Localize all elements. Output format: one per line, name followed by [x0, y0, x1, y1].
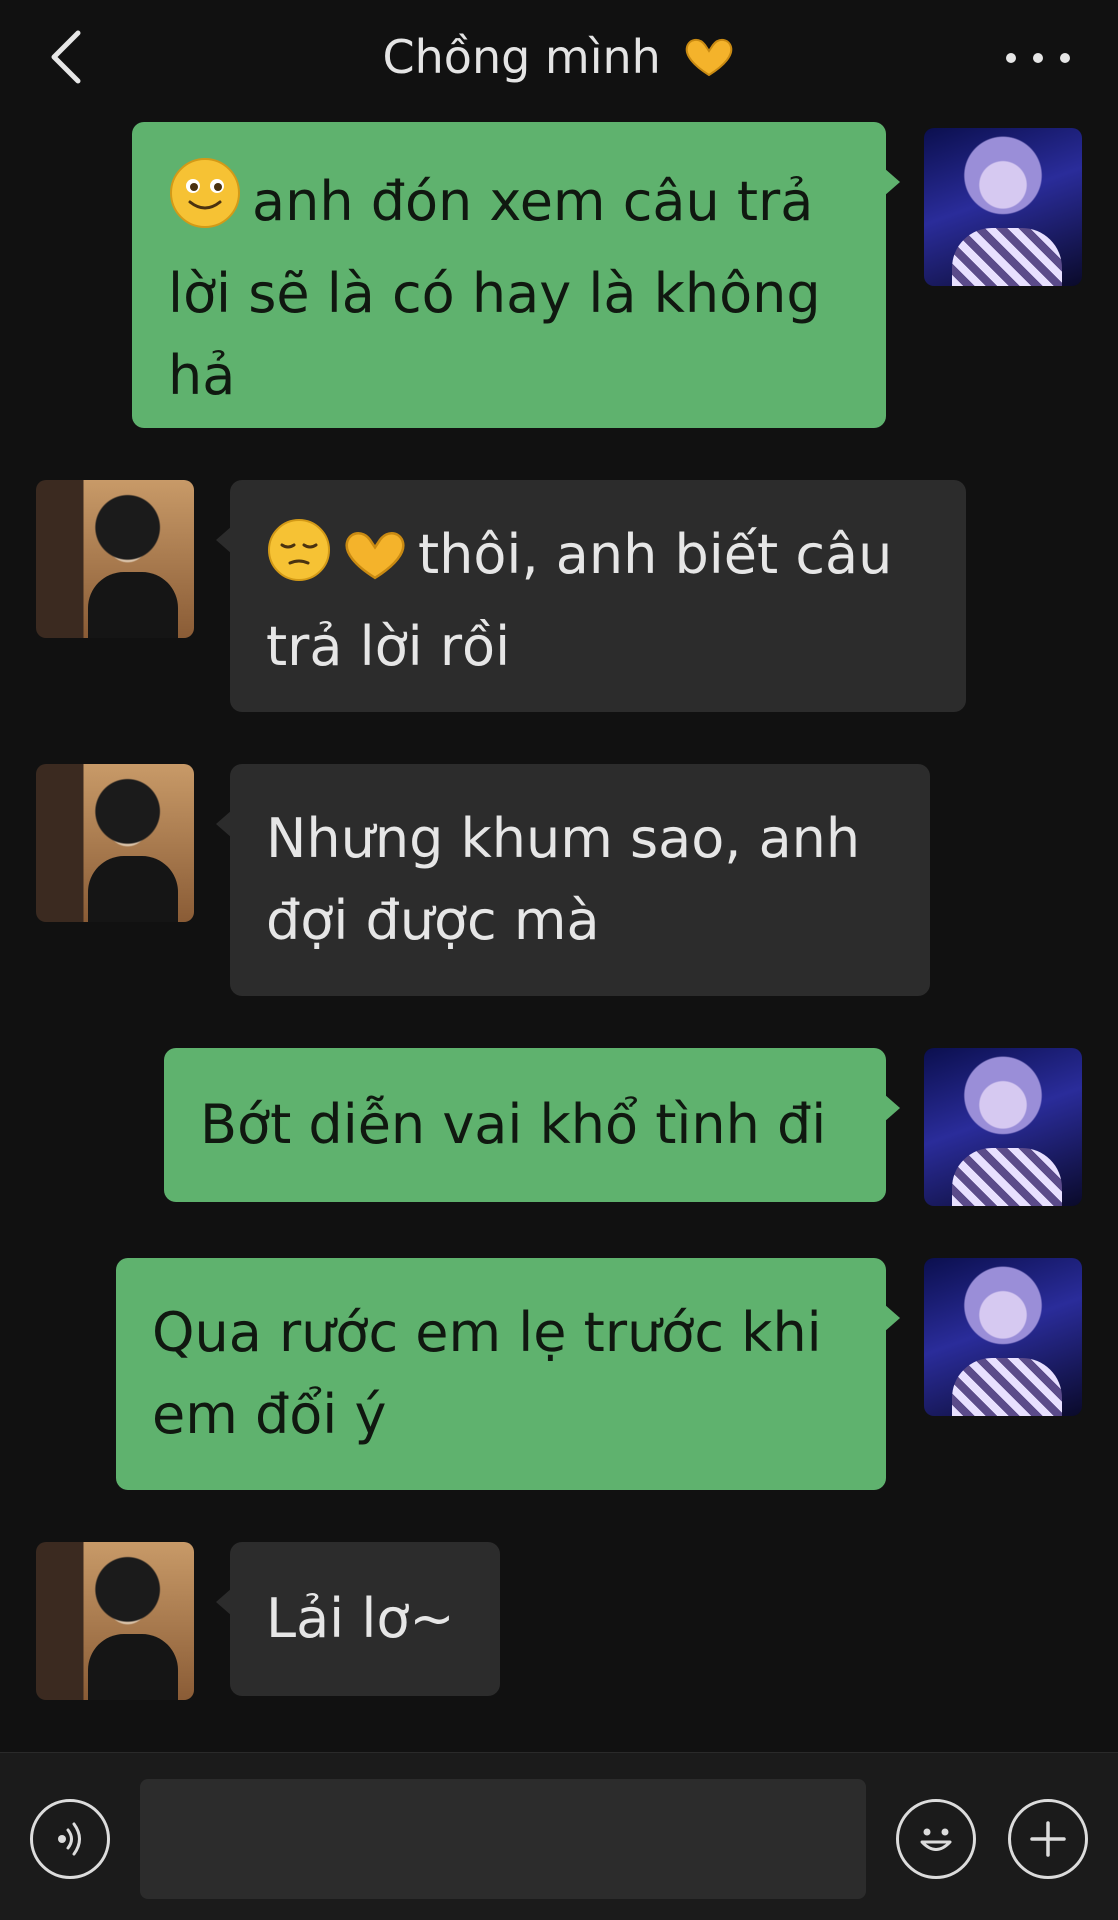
more-dot [1033, 53, 1043, 63]
message-bubble-incoming[interactable]: thôi, anh biết câu trả lời rồi [216, 480, 966, 712]
smiling-face-emoji [168, 156, 242, 253]
chat-header: Chồng mình [0, 0, 1118, 116]
back-button[interactable] [36, 20, 96, 94]
message-text: Qua rước em lẹ trước khi em đổi ý [152, 1301, 822, 1446]
chat-title: Chồng mình [220, 26, 898, 88]
chat-title-text: Chồng mình [382, 30, 661, 84]
voice-button[interactable] [30, 1799, 110, 1879]
message-bubble-outgoing[interactable]: Qua rước em lẹ trước khi em đổi ý [116, 1258, 900, 1490]
emoji-button[interactable] [896, 1799, 976, 1879]
message-text: Bớt diễn vai khổ tình đi [200, 1093, 827, 1156]
contact-avatar[interactable] [36, 764, 194, 922]
emoji-face-icon [920, 1828, 952, 1851]
my-avatar[interactable] [924, 1258, 1082, 1416]
chat-screen: Chồng mình anh đón xem câu trả lời sẽ là… [0, 0, 1118, 1920]
message-row: Lải lơ~ [0, 1542, 1118, 1702]
plus-button[interactable] [1008, 1799, 1088, 1879]
heart-hands-emoji [683, 32, 735, 94]
more-button[interactable] [1006, 38, 1070, 78]
input-bar [0, 1752, 1118, 1920]
heart-hands-emoji [342, 524, 408, 606]
message-text: Lải lơ~ [266, 1587, 455, 1650]
message-row: thôi, anh biết câu trả lời rồi [0, 480, 1118, 716]
plus-icon [1030, 1821, 1066, 1857]
chevron-left-icon [51, 30, 81, 84]
message-list[interactable]: anh đón xem câu trả lời sẽ là có hay là … [0, 116, 1118, 1752]
voice-icon [58, 1822, 81, 1856]
contact-avatar[interactable] [36, 480, 194, 638]
message-bubble-incoming[interactable]: Lải lơ~ [216, 1542, 500, 1696]
more-dot [1006, 53, 1016, 63]
message-row: Bớt diễn vai khổ tình đi [0, 1048, 1118, 1208]
message-bubble-incoming[interactable]: Nhưng khum sao, anh đợi được mà [216, 764, 930, 996]
message-bubble-outgoing[interactable]: Bớt diễn vai khổ tình đi [164, 1048, 900, 1202]
more-dot [1060, 53, 1070, 63]
message-text: Nhưng khum sao, anh đợi được mà [266, 807, 861, 952]
message-row: Qua rước em lẹ trước khi em đổi ý [0, 1258, 1118, 1494]
message-row: anh đón xem câu trả lời sẽ là có hay là … [0, 122, 1118, 434]
message-row: Nhưng khum sao, anh đợi được mà [0, 764, 1118, 1000]
my-avatar[interactable] [924, 128, 1082, 286]
message-text: anh đón xem câu trả lời sẽ là có hay là … [168, 170, 821, 407]
contact-avatar[interactable] [36, 1542, 194, 1700]
message-input[interactable] [140, 1779, 866, 1899]
pensive-face-emoji [266, 517, 332, 606]
my-avatar[interactable] [924, 1048, 1082, 1206]
message-bubble-outgoing[interactable]: anh đón xem câu trả lời sẽ là có hay là … [132, 122, 900, 428]
